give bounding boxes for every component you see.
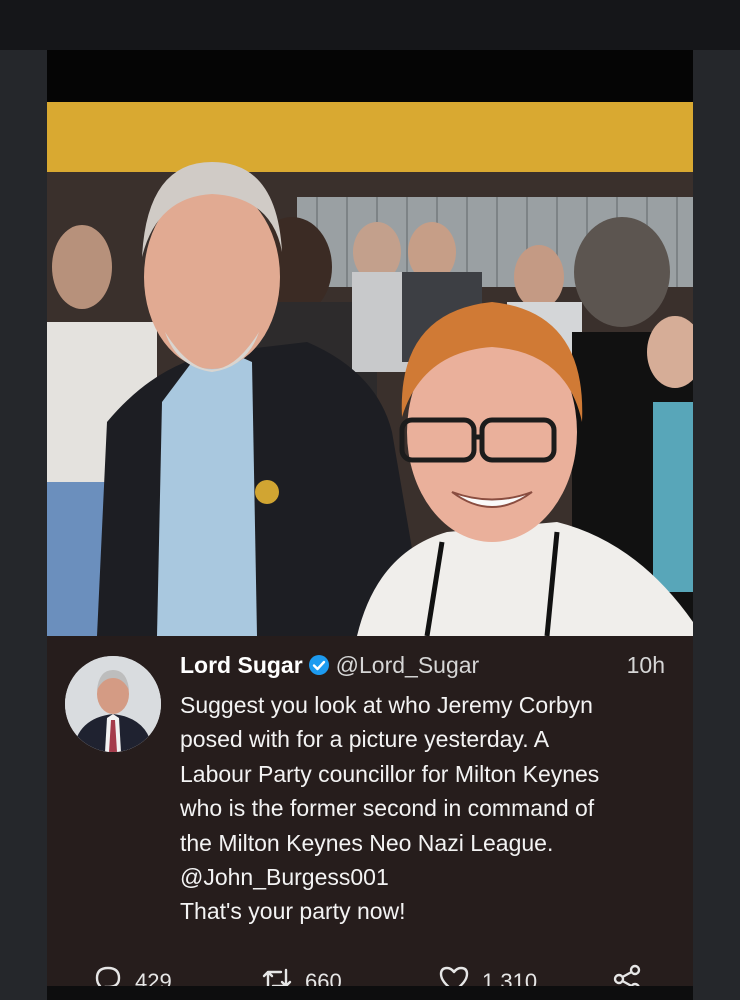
tweet-line: the Milton Keynes Neo Nazi League. bbox=[180, 829, 554, 856]
handle[interactable]: @Lord_Sugar bbox=[336, 652, 480, 678]
tweet-card: Lord Sugar @Lord_Sugar 10h Suggest you lo… bbox=[47, 50, 693, 1000]
tweet-line: Labour Party councillor for Milton Keyne… bbox=[180, 760, 600, 787]
tweet-line: Suggest you look at who Jeremy Corbyn bbox=[180, 692, 593, 718]
card-bottom-strip bbox=[47, 986, 693, 1000]
verified-badge-icon bbox=[308, 654, 330, 682]
tweet-line: who is the former second in command of bbox=[180, 795, 595, 822]
tweet-text: Suggest you look at who Jeremy Corbyn po… bbox=[180, 688, 685, 929]
tweet: Lord Sugar @Lord_Sugar 10h Suggest you lo… bbox=[47, 636, 693, 1000]
timestamp[interactable]: 10h bbox=[627, 652, 665, 679]
tweet-line: That's your party now! bbox=[180, 898, 406, 925]
tweet-header: Lord Sugar @Lord_Sugar 10h bbox=[180, 652, 680, 682]
card-top-strip bbox=[47, 50, 693, 102]
top-bar bbox=[0, 0, 740, 50]
avatar[interactable] bbox=[65, 656, 161, 752]
right-margin bbox=[693, 50, 740, 1000]
left-margin bbox=[0, 50, 47, 1000]
tweet-photo[interactable] bbox=[47, 102, 693, 636]
display-name[interactable]: Lord Sugar bbox=[180, 652, 303, 678]
tweet-line: posed with for a picture yesterday. A bbox=[180, 726, 550, 753]
mention-link[interactable]: @John_Burgess001 bbox=[180, 860, 685, 894]
